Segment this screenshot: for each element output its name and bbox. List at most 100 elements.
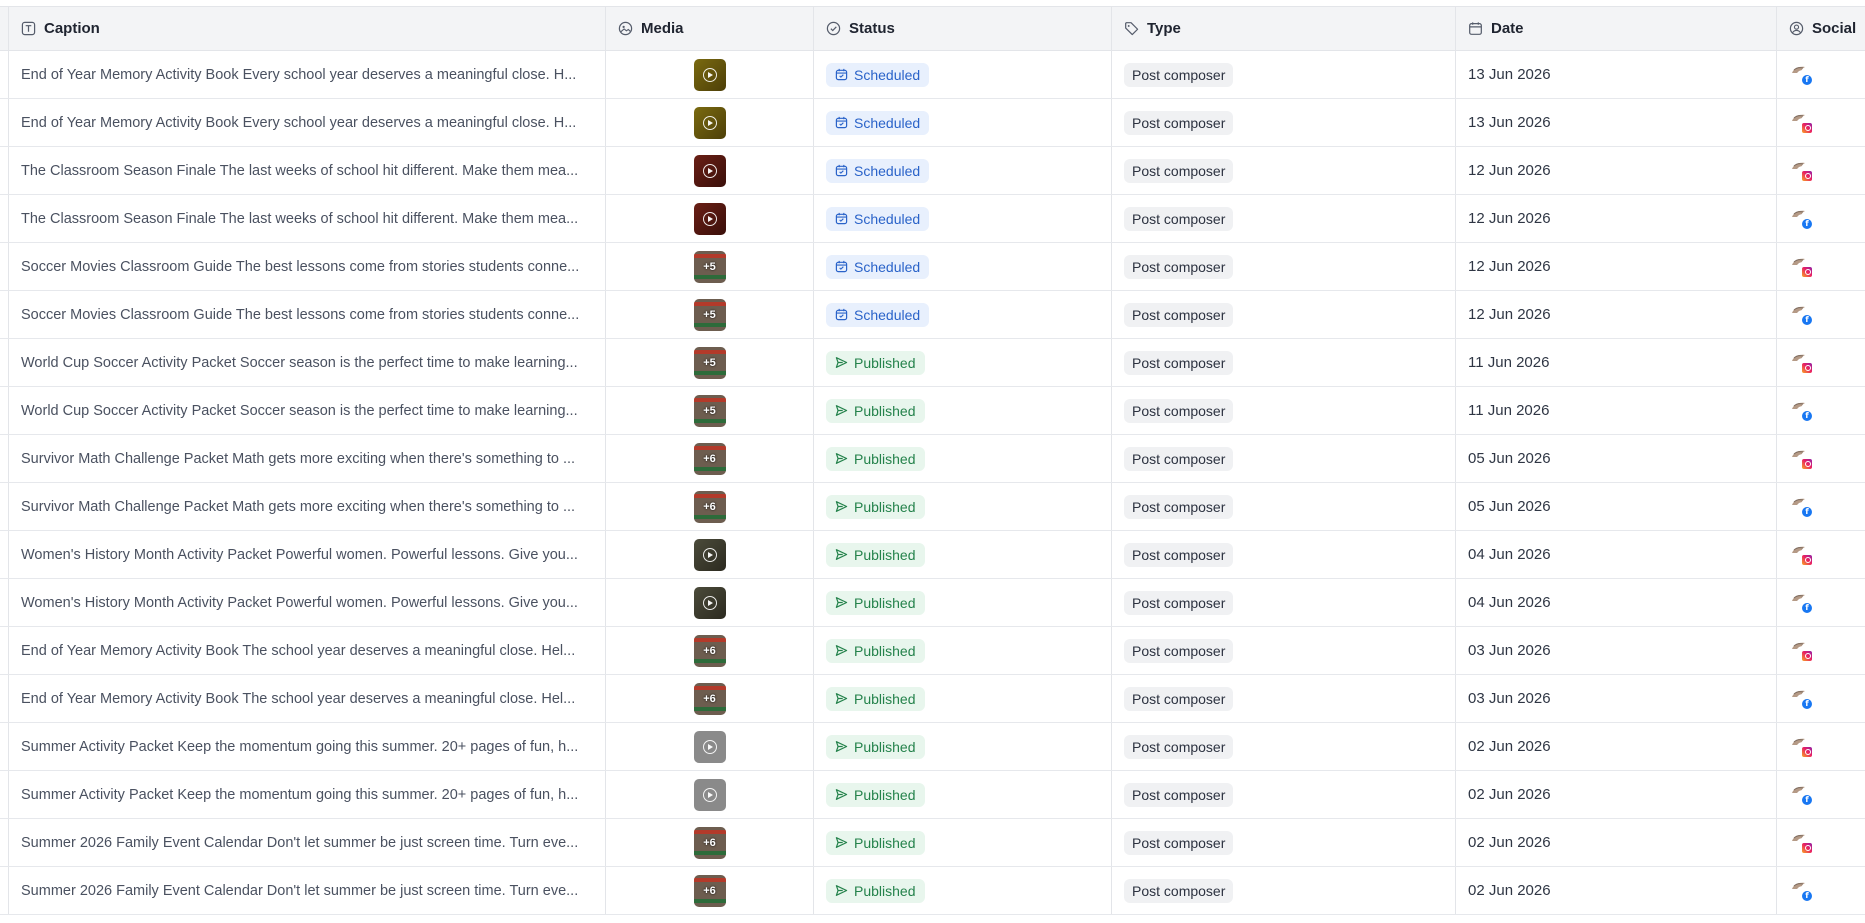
media-thumbnail[interactable] (693, 538, 726, 571)
caption-cell[interactable]: Women's History Month Activity Packet Po… (9, 579, 606, 626)
row-select-cell[interactable] (0, 531, 9, 578)
caption-cell[interactable]: The Classroom Season Finale The last wee… (9, 147, 606, 194)
social-account[interactable] (1791, 592, 1813, 614)
media-cell[interactable]: +5 (606, 339, 814, 386)
media-thumbnail[interactable]: +6 (693, 490, 726, 523)
media-thumbnail[interactable]: +6 (693, 634, 726, 667)
media-thumbnail[interactable] (693, 202, 726, 235)
media-cell[interactable] (606, 771, 814, 818)
social-cell[interactable] (1777, 483, 1865, 530)
table-row[interactable]: Summer 2026 Family Event Calendar Don't … (0, 867, 1865, 915)
media-cell[interactable]: +6 (606, 627, 814, 674)
social-account[interactable] (1791, 208, 1813, 230)
media-thumbnail[interactable] (693, 106, 726, 139)
row-select-cell[interactable] (0, 771, 9, 818)
caption-cell[interactable]: Soccer Movies Classroom Guide The best l… (9, 243, 606, 290)
media-cell[interactable]: +6 (606, 867, 814, 914)
social-cell[interactable] (1777, 627, 1865, 674)
media-cell[interactable] (606, 723, 814, 770)
table-row[interactable]: World Cup Soccer Activity Packet Soccer … (0, 339, 1865, 387)
social-cell[interactable] (1777, 771, 1865, 818)
social-account[interactable] (1791, 448, 1813, 470)
social-cell[interactable] (1777, 531, 1865, 578)
social-account[interactable] (1791, 832, 1813, 854)
media-thumbnail[interactable] (693, 730, 726, 763)
media-thumbnail[interactable]: +5 (693, 250, 726, 283)
header-caption[interactable]: Caption (9, 7, 606, 50)
media-thumbnail[interactable]: +6 (693, 826, 726, 859)
caption-cell[interactable]: World Cup Soccer Activity Packet Soccer … (9, 339, 606, 386)
table-row[interactable]: Survivor Math Challenge Packet Math gets… (0, 435, 1865, 483)
caption-cell[interactable]: Summer 2026 Family Event Calendar Don't … (9, 819, 606, 866)
media-thumbnail[interactable]: +6 (693, 682, 726, 715)
table-row[interactable]: Summer Activity Packet Keep the momentum… (0, 723, 1865, 771)
media-cell[interactable] (606, 531, 814, 578)
row-select-cell[interactable] (0, 579, 9, 626)
header-date[interactable]: Date (1456, 7, 1777, 50)
caption-cell[interactable]: Women's History Month Activity Packet Po… (9, 531, 606, 578)
table-row[interactable]: Survivor Math Challenge Packet Math gets… (0, 483, 1865, 531)
row-select-cell[interactable] (0, 435, 9, 482)
social-account[interactable] (1791, 256, 1813, 278)
caption-cell[interactable]: Summer Activity Packet Keep the momentum… (9, 771, 606, 818)
media-thumbnail[interactable] (693, 586, 726, 619)
social-cell[interactable] (1777, 99, 1865, 146)
table-row[interactable]: End of Year Memory Activity Book The sch… (0, 675, 1865, 723)
media-cell[interactable]: +6 (606, 483, 814, 530)
caption-cell[interactable]: Summer Activity Packet Keep the momentum… (9, 723, 606, 770)
media-thumbnail[interactable]: +6 (693, 874, 726, 907)
media-cell[interactable]: +6 (606, 819, 814, 866)
social-account[interactable] (1791, 160, 1813, 182)
row-select-cell[interactable] (0, 723, 9, 770)
social-cell[interactable] (1777, 291, 1865, 338)
row-select-cell[interactable] (0, 627, 9, 674)
row-select-cell[interactable] (0, 147, 9, 194)
social-account[interactable] (1791, 304, 1813, 326)
table-row[interactable]: Women's History Month Activity Packet Po… (0, 531, 1865, 579)
social-cell[interactable] (1777, 435, 1865, 482)
caption-cell[interactable]: End of Year Memory Activity Book The sch… (9, 675, 606, 722)
media-thumbnail[interactable]: +6 (693, 442, 726, 475)
social-account[interactable] (1791, 112, 1813, 134)
social-account[interactable] (1791, 736, 1813, 758)
social-account[interactable] (1791, 400, 1813, 422)
row-select-cell[interactable] (0, 99, 9, 146)
table-row[interactable]: The Classroom Season Finale The last wee… (0, 147, 1865, 195)
table-row[interactable]: End of Year Memory Activity Book Every s… (0, 99, 1865, 147)
social-account[interactable] (1791, 544, 1813, 566)
media-thumbnail[interactable]: +5 (693, 346, 726, 379)
caption-cell[interactable]: Summer 2026 Family Event Calendar Don't … (9, 867, 606, 914)
media-thumbnail[interactable]: +5 (693, 394, 726, 427)
row-select-cell[interactable] (0, 51, 9, 98)
media-thumbnail[interactable] (693, 58, 726, 91)
row-select-cell[interactable] (0, 675, 9, 722)
row-select-cell[interactable] (0, 387, 9, 434)
row-select-cell[interactable] (0, 243, 9, 290)
header-select-column[interactable] (0, 7, 9, 50)
media-cell[interactable] (606, 579, 814, 626)
table-row[interactable]: Summer 2026 Family Event Calendar Don't … (0, 819, 1865, 867)
header-media[interactable]: Media (606, 7, 814, 50)
media-cell[interactable]: +5 (606, 387, 814, 434)
social-cell[interactable] (1777, 387, 1865, 434)
social-account[interactable] (1791, 880, 1813, 902)
social-cell[interactable] (1777, 675, 1865, 722)
table-row[interactable]: Summer Activity Packet Keep the momentum… (0, 771, 1865, 819)
row-select-cell[interactable] (0, 339, 9, 386)
table-row[interactable]: Women's History Month Activity Packet Po… (0, 579, 1865, 627)
row-select-cell[interactable] (0, 195, 9, 242)
row-select-cell[interactable] (0, 819, 9, 866)
caption-cell[interactable]: Soccer Movies Classroom Guide The best l… (9, 291, 606, 338)
media-thumbnail[interactable]: +5 (693, 298, 726, 331)
caption-cell[interactable]: Survivor Math Challenge Packet Math gets… (9, 483, 606, 530)
social-cell[interactable] (1777, 819, 1865, 866)
social-cell[interactable] (1777, 867, 1865, 914)
media-cell[interactable]: +6 (606, 675, 814, 722)
header-status[interactable]: Status (814, 7, 1112, 50)
caption-cell[interactable]: The Classroom Season Finale The last wee… (9, 195, 606, 242)
media-cell[interactable] (606, 99, 814, 146)
media-cell[interactable] (606, 195, 814, 242)
table-row[interactable]: World Cup Soccer Activity Packet Soccer … (0, 387, 1865, 435)
table-row[interactable]: The Classroom Season Finale The last wee… (0, 195, 1865, 243)
social-cell[interactable] (1777, 51, 1865, 98)
